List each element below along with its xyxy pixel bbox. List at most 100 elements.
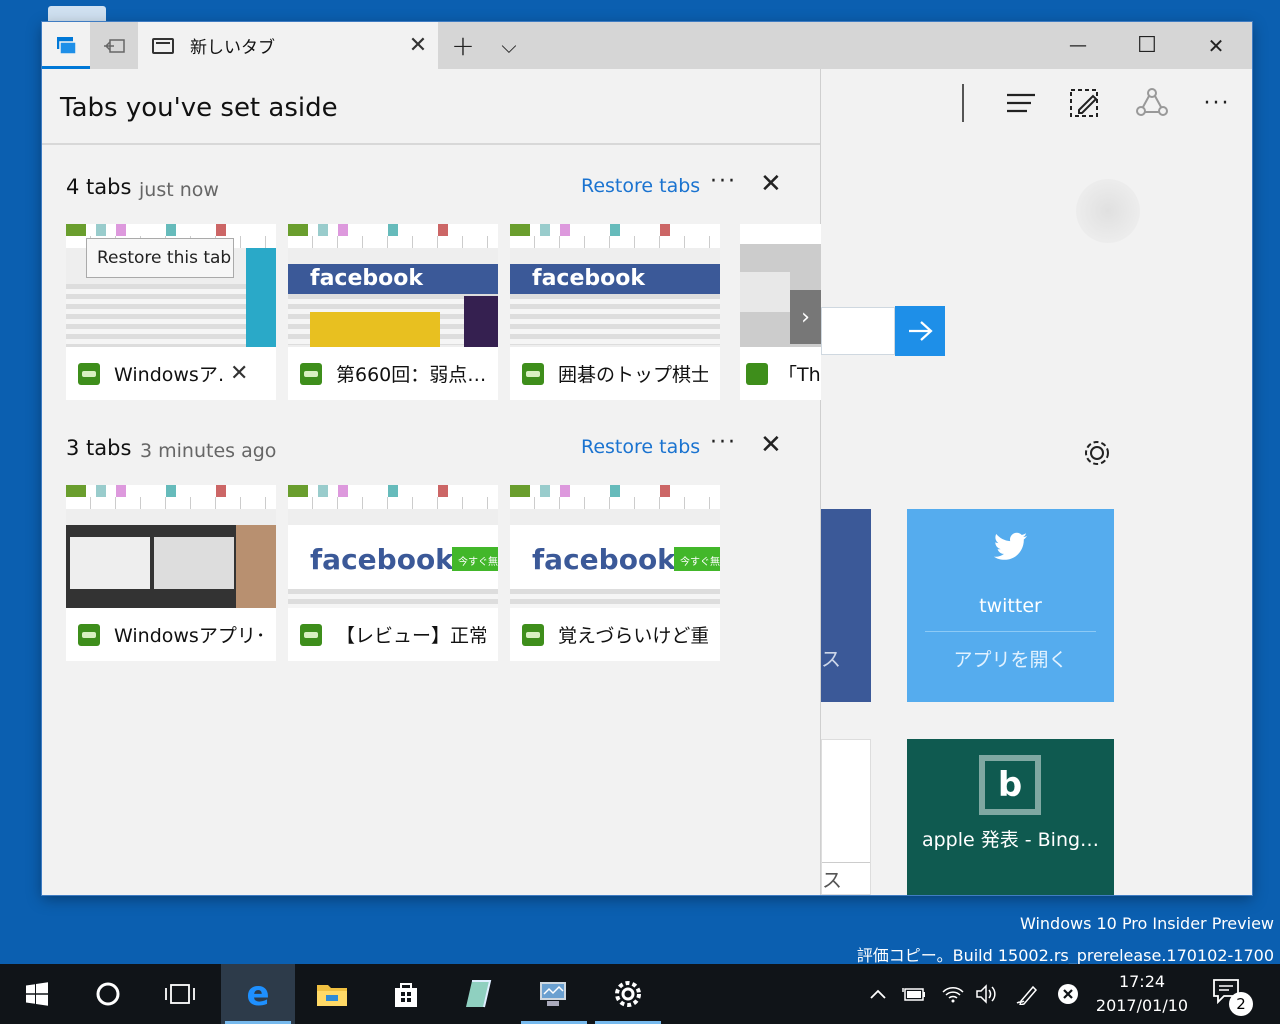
battery-icon[interactable] — [898, 964, 930, 1024]
site-favicon-icon — [78, 623, 100, 646]
thumbnail-preview: facebook 今すぐ無料 — [510, 485, 720, 608]
hub-icon[interactable] — [1001, 85, 1041, 121]
tab-close-button[interactable]: ✕ — [398, 33, 438, 58]
task-view-icon — [165, 984, 195, 1004]
chevron-up-icon — [870, 989, 886, 999]
tile-divider — [822, 862, 870, 863]
taskbar-file-explorer[interactable] — [295, 964, 369, 1024]
taskbar-system-app[interactable] — [517, 964, 591, 1024]
tab-thumbnail[interactable]: Restore this tab Windowsア… ✕ — [66, 224, 276, 400]
restore-tabs-link[interactable]: Restore tabs — [581, 436, 700, 458]
group-count: 4 tabs — [66, 175, 132, 199]
group-time: just now — [139, 179, 219, 201]
notification-count-badge: 2 — [1229, 992, 1253, 1016]
thumbnail-caption: 【レビュー】正常に… — [288, 608, 498, 661]
edge-icon: e — [246, 974, 270, 1014]
taskbar-store[interactable] — [369, 964, 443, 1024]
thumbnail-caption: 囲碁のトップ棋士… — [510, 347, 720, 400]
group-more-button[interactable]: ··· — [710, 169, 737, 194]
site-favicon-icon — [522, 623, 544, 646]
show-hidden-icons-button[interactable] — [864, 964, 892, 1024]
tabs-set-aside-button[interactable] — [42, 22, 90, 69]
tab-thumbnail[interactable]: facebook 今すぐ無料 【レビュー】正常に… — [288, 485, 498, 661]
store-icon — [395, 983, 417, 1007]
clock[interactable]: 17:24 2017/01/10 — [1090, 970, 1194, 1018]
network-icon[interactable] — [936, 964, 970, 1024]
tab-title: 【レビュー】正常に… — [336, 625, 486, 647]
thumbnail-caption: 覚えづらいけど重… — [510, 608, 720, 661]
more-icon[interactable]: ··· — [1197, 85, 1237, 121]
watermark-line-1: Windows 10 Pro Insider Preview — [1019, 914, 1274, 933]
search-go-button[interactable] — [895, 306, 945, 356]
clock-date: 2017/01/10 — [1095, 996, 1189, 1015]
scroll-right-button[interactable]: › — [790, 290, 821, 344]
pen-workspace-icon[interactable] — [1012, 964, 1042, 1024]
cortana-icon — [96, 982, 120, 1006]
task-view-button[interactable] — [143, 964, 217, 1024]
tab-title: 覚えづらいけど重… — [558, 625, 708, 647]
close-button[interactable]: ✕ — [1182, 22, 1250, 69]
tab-thumbnail[interactable]: Windowsアプリ･… — [66, 485, 276, 661]
tile-facebook[interactable]: ス — [821, 509, 871, 702]
bing-logo-icon: b — [979, 755, 1041, 815]
group-close-button[interactable]: ✕ — [760, 430, 782, 460]
facebook-banner: facebook — [510, 264, 720, 294]
thumbnail-caption: 第660回：弱点… — [288, 347, 498, 400]
cortana-button[interactable] — [71, 964, 145, 1024]
thumbnail-preview: Restore this tab — [66, 224, 276, 347]
active-tab[interactable]: 新しいタブ ✕ — [138, 22, 438, 69]
tab-title: 「Thu — [778, 364, 821, 386]
thumbnail-caption: Windowsアプリ･… — [66, 608, 276, 661]
settings-icon — [615, 981, 641, 1007]
set-tabs-aside-button[interactable] — [90, 22, 138, 69]
browser-content: ··· ス twitter アプリを開く ス b apple 発表 - Bing… — [821, 69, 1252, 895]
tile-facebook-label: ス — [821, 647, 841, 671]
volume-icon[interactable] — [972, 964, 1002, 1024]
taskbar-edge[interactable]: e — [221, 964, 295, 1024]
notepad-icon — [466, 980, 492, 1008]
share-icon[interactable] — [1132, 85, 1172, 121]
tab-title: Windowsア… — [114, 364, 226, 386]
tab-thumbnail[interactable]: facebook 今すぐ無料 覚えづらいけど重… — [510, 485, 720, 661]
edge-window: 新しいタブ ✕ + ⌵ — ☐ ✕ ··· ス twitter アプリを開く ス… — [42, 22, 1252, 895]
group-time: 3 minutes ago — [140, 440, 277, 462]
minimize-button[interactable]: — — [1044, 22, 1112, 69]
settings-gear-icon[interactable] — [1081, 437, 1113, 477]
error-status-icon[interactable] — [1052, 964, 1084, 1024]
set-aside-tabs-icon — [57, 36, 77, 55]
new-tab-button[interactable]: + — [442, 22, 484, 69]
set-aside-icon — [104, 38, 125, 53]
restore-tabs-link[interactable]: Restore tabs — [581, 175, 700, 197]
group-count: 3 tabs — [66, 436, 132, 460]
remove-tab-button[interactable]: ✕ — [230, 361, 248, 386]
tabs-set-aside-panel: Tabs you've set aside 4 tabs just now Re… — [42, 69, 821, 895]
maximize-button[interactable]: ☐ — [1113, 22, 1181, 69]
tile-twitter[interactable]: twitter アプリを開く — [907, 509, 1114, 702]
web-note-icon[interactable] — [1065, 85, 1105, 121]
tab-title: Windowsアプリ･… — [114, 625, 264, 647]
toolbar-separator — [962, 84, 964, 122]
taskbar-notepad-app[interactable] — [443, 964, 517, 1024]
monitor-icon — [540, 982, 566, 1006]
site-favicon-icon — [746, 363, 768, 385]
search-input[interactable] — [821, 307, 895, 355]
windows-logo-icon — [26, 982, 48, 1006]
tile-partial[interactable]: ス — [821, 739, 871, 895]
group-close-button[interactable]: ✕ — [760, 169, 782, 199]
tab-thumbnail[interactable]: facebook 囲碁のトップ棋士… — [510, 224, 720, 400]
tile-partial-label: ス — [822, 868, 842, 892]
tab-preview-toggle-button[interactable]: ⌵ — [488, 22, 530, 69]
tile-twitter-open-app[interactable]: アプリを開く — [907, 645, 1114, 672]
taskbar-settings[interactable] — [591, 964, 665, 1024]
tab-title: 新しいタブ — [190, 38, 275, 58]
clock-time: 17:24 — [1118, 972, 1166, 991]
arrow-right-icon — [909, 321, 933, 341]
group-more-button[interactable]: ··· — [710, 430, 737, 455]
tile-divider — [925, 631, 1096, 632]
tab-thumbnail[interactable]: facebook 第660回：弱点… — [288, 224, 498, 400]
restore-this-tab-tooltip[interactable]: Restore this tab — [86, 238, 234, 278]
tile-bing[interactable]: b apple 発表 - Bing… — [907, 739, 1114, 895]
signup-badge: 今すぐ無料 — [452, 547, 498, 583]
thumbnail-preview: facebook 今すぐ無料 — [288, 485, 498, 608]
start-button[interactable] — [0, 964, 74, 1024]
